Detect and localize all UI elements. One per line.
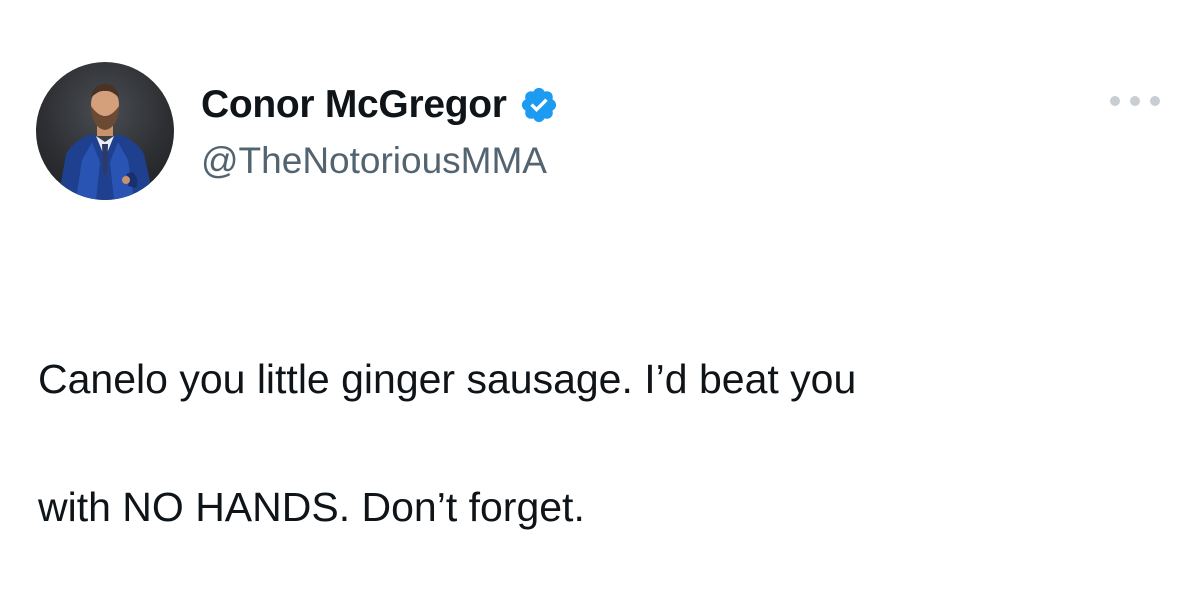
- avatar[interactable]: [36, 62, 174, 200]
- more-horizontal-icon-dot: [1150, 96, 1160, 106]
- verified-badge-icon: [519, 85, 559, 125]
- tweet-text-line: Canelo you little ginger sausage. I’d be…: [38, 356, 857, 402]
- more-horizontal-icon: [1110, 96, 1120, 106]
- more-options-button[interactable]: [1110, 88, 1160, 114]
- author-handle[interactable]: @TheNotoriousMMA: [201, 140, 559, 182]
- profile-photo-icon: [58, 84, 154, 200]
- tweet-card: Conor McGregor @TheNotoriousMMA Canelo y…: [0, 0, 1200, 530]
- author-name-row: Conor McGregor: [201, 80, 559, 130]
- author-block: Conor McGregor @TheNotoriousMMA: [201, 80, 559, 182]
- display-name[interactable]: Conor McGregor: [201, 83, 507, 127]
- more-horizontal-icon-dot: [1130, 96, 1140, 106]
- tweet-text-line: with NO HANDS. Don’t forget.: [38, 484, 585, 530]
- tweet-text: Canelo you little ginger sausage. I’d be…: [38, 283, 1158, 603]
